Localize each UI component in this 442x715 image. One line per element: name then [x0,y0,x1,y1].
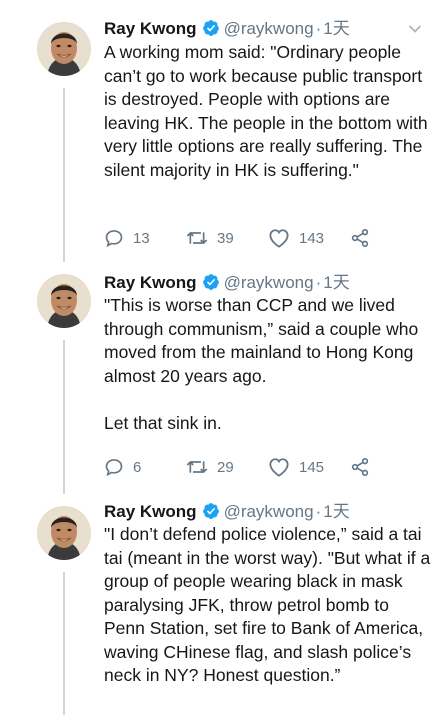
retweet-button[interactable]: 29 [186,455,234,479]
tweet-text-paragraph: "This is worse than CCP and we lived thr… [104,295,419,386]
tweet[interactable]: Ray Kwong @raykwong · 1天 "I don’t defend po… [0,494,442,715]
share-button[interactable] [350,226,379,250]
thread-line [63,88,65,262]
reply-count: 6 [133,458,142,476]
retweet-count: 39 [217,229,234,247]
tweet-text-paragraph: "I don’t defend police violence,” said a… [104,524,431,685]
like-icon [269,229,289,248]
share-button[interactable] [350,455,379,479]
reply-button[interactable]: 6 [104,455,141,479]
like-button[interactable]: 145 [268,455,324,479]
tweet-actions: 13 39 143 [104,226,404,250]
avatar[interactable] [37,22,91,76]
verified-badge-icon [202,19,220,43]
tweet[interactable]: Ray Kwong @raykwong · 1天 A working mom said… [0,0,442,262]
author-handle[interactable]: @raykwong [224,502,314,521]
tweet-actions: 6 29 145 [104,455,404,479]
retweet-count: 29 [217,458,234,476]
separator: · [315,273,322,292]
like-count: 145 [299,458,325,476]
separator: · [315,502,322,521]
tweet[interactable]: Ray Kwong @raykwong · 1天 "This is worse tha… [0,262,442,494]
author-name[interactable]: Ray Kwong [104,273,197,292]
tweet-time[interactable]: 1天 [323,502,349,521]
author-name[interactable]: Ray Kwong [104,502,197,521]
thread-line [63,572,65,715]
tweet-thread: Ray Kwong @raykwong · 1天 A working mom said… [0,0,442,715]
avatar[interactable] [37,506,91,560]
tweet-text: "This is worse than CCP and we lived thr… [104,294,434,435]
tweet-text-paragraph: Let that sink in. [104,412,222,433]
author-handle[interactable]: @raykwong [224,273,314,292]
avatar-photo [37,22,91,76]
share-icon [351,229,369,248]
tweet-header: Ray Kwong @raykwong · 1天 [104,18,350,43]
tweet-text: "I don’t defend police violence,” said a… [104,523,434,688]
reply-icon [105,230,123,248]
tweet-text-paragraph: A working mom said: "Ordinary people can… [104,42,428,180]
tweet-time[interactable]: 1天 [323,19,349,38]
like-count: 143 [299,229,325,247]
thread-line [63,340,65,494]
reply-count: 13 [133,229,150,247]
like-icon [269,458,289,477]
avatar-photo [37,274,91,328]
retweet-icon [186,461,207,473]
author-name[interactable]: Ray Kwong [104,19,197,38]
author-handle[interactable]: @raykwong [224,19,314,38]
reply-icon [105,459,123,477]
chevron-down-icon[interactable] [408,24,422,34]
retweet-icon [186,232,207,244]
tweet-text: A working mom said: "Ordinary people can… [104,41,434,182]
separator: · [315,19,322,38]
avatar[interactable] [37,274,91,328]
tweet-time[interactable]: 1天 [323,273,349,292]
like-button[interactable]: 143 [268,226,324,250]
reply-button[interactable]: 13 [104,226,150,250]
share-icon [351,458,369,477]
avatar-photo [37,506,91,560]
retweet-button[interactable]: 39 [186,226,234,250]
